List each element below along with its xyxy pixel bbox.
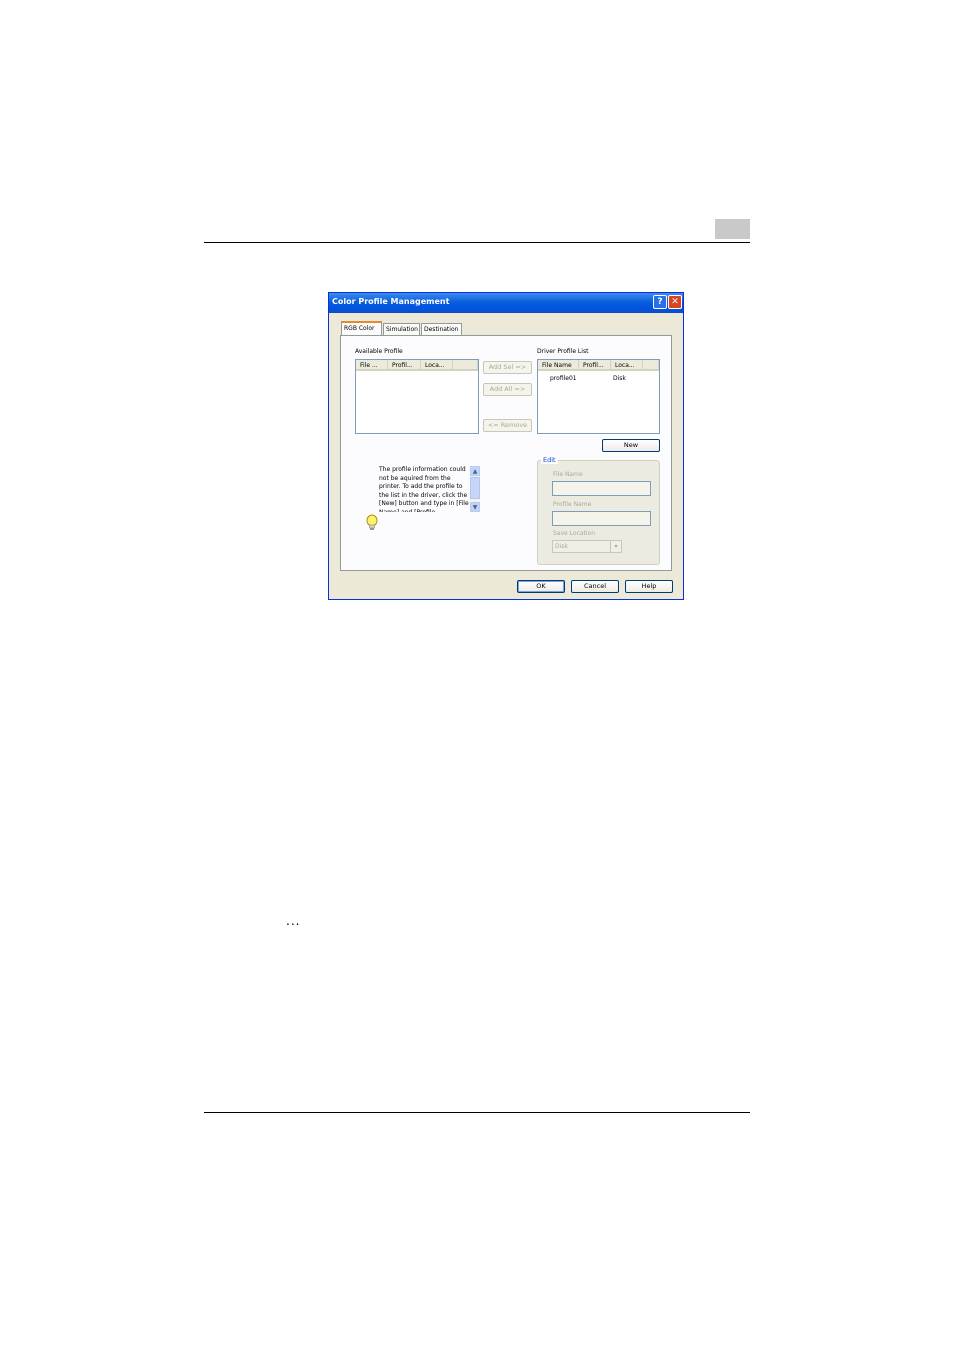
- chapter-marker: [715, 219, 750, 239]
- tab-rgb-color[interactable]: RGB Color: [341, 321, 382, 336]
- scroll-up-icon[interactable]: ▲: [470, 466, 480, 476]
- title-bar[interactable]: Color Profile Management ? ✕: [329, 293, 683, 313]
- driver-profile-list-label: Driver Profile List: [537, 348, 589, 355]
- scroll-thumb[interactable]: [470, 477, 480, 499]
- column-header-filler: [643, 360, 659, 371]
- available-profile-label: Available Profile: [355, 348, 403, 355]
- help-icon[interactable]: ?: [653, 295, 667, 309]
- tab-panel: Available Profile File ... Profil... Loc…: [340, 335, 672, 571]
- chevron-down-icon[interactable]: ▾: [610, 541, 621, 553]
- new-button[interactable]: New: [602, 439, 660, 452]
- info-scrollbar[interactable]: ▲ ▼: [470, 466, 480, 512]
- column-header-location[interactable]: Loca...: [611, 360, 643, 371]
- scroll-down-icon[interactable]: ▼: [470, 502, 480, 512]
- column-header-filler: [453, 360, 478, 371]
- profile-name-label: Profile Name: [553, 501, 592, 508]
- file-name-field[interactable]: [552, 481, 651, 496]
- list-item-location[interactable]: Disk: [613, 375, 626, 382]
- driver-profile-list[interactable]: File Name Profil... Loca... profile01 Di…: [537, 359, 660, 434]
- footer-rule: [204, 1112, 750, 1113]
- list-item-file-name[interactable]: profile01: [550, 375, 577, 382]
- save-location-label: Save Location: [553, 530, 596, 537]
- column-header-profile[interactable]: Profil...: [579, 360, 611, 371]
- close-icon[interactable]: ✕: [668, 295, 682, 309]
- color-profile-dialog: Color Profile Management ? ✕ RGB Color S…: [328, 292, 684, 600]
- edit-group-title: Edit: [541, 456, 558, 464]
- column-header-file-name[interactable]: File Name: [538, 360, 579, 371]
- save-location-select[interactable]: Disk ▾: [552, 540, 622, 553]
- available-profile-list[interactable]: File ... Profil... Loca...: [355, 359, 479, 434]
- column-header-profile[interactable]: Profil...: [388, 360, 421, 371]
- dialog-title: Color Profile Management: [332, 297, 450, 306]
- add-sel-button[interactable]: Add Sel =>: [483, 361, 532, 374]
- ok-button[interactable]: OK: [517, 580, 565, 593]
- header-rule: [204, 242, 750, 243]
- file-name-label: File Name: [553, 471, 583, 478]
- lightbulb-icon: [366, 514, 378, 530]
- ellipsis-marker: ...: [286, 914, 301, 928]
- column-header-location[interactable]: Loca...: [421, 360, 453, 371]
- column-header-file[interactable]: File ...: [356, 360, 388, 371]
- info-message: The profile information could not be aqu…: [379, 466, 469, 512]
- edit-groupbox: Edit File Name Profile Name Save Locatio…: [537, 456, 660, 565]
- save-location-value: Disk: [555, 543, 568, 550]
- remove-button[interactable]: <= Remove: [483, 419, 532, 432]
- help-button[interactable]: Help: [625, 580, 673, 593]
- profile-name-field[interactable]: [552, 511, 651, 526]
- add-all-button[interactable]: Add All =>: [483, 383, 532, 396]
- cancel-button[interactable]: Cancel: [571, 580, 619, 593]
